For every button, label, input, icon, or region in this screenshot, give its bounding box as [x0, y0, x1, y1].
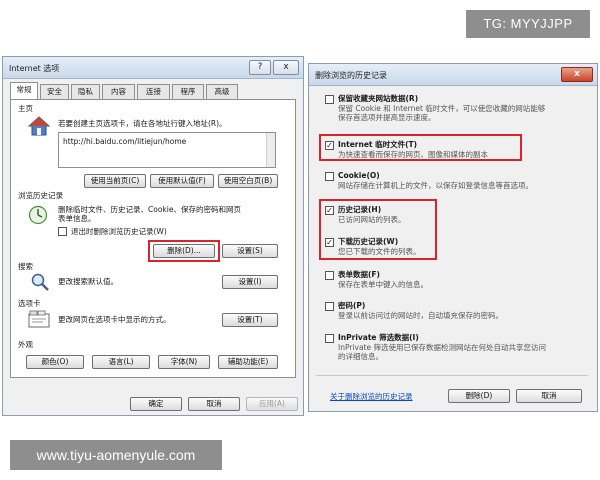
- delete-history-close-button[interactable]: x: [561, 67, 593, 82]
- search-heading: 搜索: [18, 262, 33, 271]
- use-blank-button[interactable]: 使用空白页(B): [218, 174, 278, 188]
- history-settings-button[interactable]: 设置(S): [222, 244, 278, 258]
- history-description-line1: 删除临时文件、历史记录、Cookie、保存的密码和网页: [58, 205, 241, 214]
- home-url-field[interactable]: http://hi.baidu.com/litiejun/home: [58, 132, 276, 168]
- house-icon: [28, 116, 50, 136]
- languages-button[interactable]: 语言(L): [92, 355, 150, 369]
- temp-files-highlight: [319, 134, 522, 161]
- inprivate-desc1: InPrivate 筛选使用已保存数据检测网站在何处自动共享您访问: [338, 343, 546, 352]
- cancel-button[interactable]: 取消: [188, 397, 240, 411]
- tab-content[interactable]: 内容: [102, 84, 135, 99]
- passwords-label: 密码(P): [338, 301, 366, 310]
- history-download-highlight: [319, 199, 437, 260]
- tab-connections[interactable]: 连接: [137, 84, 170, 99]
- use-current-button[interactable]: 使用当前页(C): [84, 174, 146, 188]
- history-heading: 浏览历史记录: [18, 191, 63, 200]
- form-data-label: 表单数据(F): [338, 270, 380, 279]
- form-data-desc: 保存在表单中键入的信息。: [338, 280, 428, 289]
- tab-programs[interactable]: 程序: [172, 84, 204, 99]
- watermark-bottom: www.tiyu-aomenyule.com: [10, 440, 222, 470]
- internet-options-title: Internet 选项: [9, 64, 60, 73]
- delete-button-highlight: [148, 240, 220, 262]
- cookies-checkbox[interactable]: [325, 172, 334, 181]
- delete-history-title: 删除浏览的历史记录: [315, 71, 387, 80]
- accessibility-button[interactable]: 辅助功能(E): [218, 355, 278, 369]
- apply-button[interactable]: 应用(A): [246, 397, 298, 411]
- home-description: 若要创建主页选项卡，请在各地址行键入地址(R)。: [58, 119, 227, 128]
- inprivate-checkbox[interactable]: [325, 334, 334, 343]
- watermark-top: TG: MYYJJPP: [466, 10, 590, 38]
- about-delete-history-link[interactable]: 关于删除浏览的历史记录: [330, 391, 413, 402]
- delete-history-titlebar: 删除浏览的历史记录 x: [309, 64, 597, 86]
- tabs-settings-button[interactable]: 设置(T): [222, 313, 278, 327]
- keep-favorites-desc2: 保存首选项并提高显示速度。: [338, 113, 436, 122]
- keep-favorites-desc1: 保留 Cookie 和 Internet 临时文件，可以使您收藏的网站能够: [338, 104, 546, 113]
- help-button[interactable]: ?: [249, 60, 271, 75]
- search-description: 更改搜索默认值。: [58, 277, 118, 286]
- keep-favorites-checkbox[interactable]: [325, 95, 334, 104]
- history-clock-icon: [28, 205, 48, 225]
- tab-security[interactable]: 安全: [40, 84, 69, 99]
- use-default-button[interactable]: 使用默认值(F): [150, 174, 214, 188]
- magnifier-icon: [31, 273, 49, 291]
- keep-favorites-label: 保留收藏夹网站数据(R): [338, 94, 419, 103]
- delete-history-divider: [316, 375, 588, 376]
- colors-button[interactable]: 颜色(O): [26, 355, 84, 369]
- tabs-window-icon: [28, 310, 50, 328]
- home-heading: 主页: [18, 104, 33, 113]
- delete-cancel-button[interactable]: 取消: [516, 389, 582, 403]
- exit-delete-label: 退出时删除浏览历史记录(W): [71, 227, 167, 236]
- exit-delete-checkbox[interactable]: [58, 227, 67, 236]
- search-settings-button[interactable]: 设置(I): [222, 275, 278, 289]
- confirm-delete-button[interactable]: 删除(D): [448, 389, 510, 403]
- internet-options-titlebar: Internet 选项 ? x: [3, 57, 303, 79]
- home-url-value: http://hi.baidu.com/litiejun/home: [63, 137, 187, 146]
- passwords-desc: 登录以前访问过的网站时，自动填充保存的密码。: [338, 311, 503, 320]
- close-button[interactable]: x: [273, 60, 299, 75]
- appearance-heading: 外观: [18, 340, 33, 349]
- cookies-label: Cookie(O): [338, 171, 380, 180]
- home-url-scrollbar[interactable]: [266, 133, 275, 167]
- passwords-checkbox[interactable]: [325, 302, 334, 311]
- tab-general[interactable]: 常规: [10, 82, 38, 100]
- fonts-button[interactable]: 字体(N): [158, 355, 210, 369]
- tabs-description: 更改网页在选项卡中显示的方式。: [58, 315, 171, 324]
- inprivate-label: InPrivate 筛选数据(I): [338, 333, 419, 342]
- form-data-checkbox[interactable]: [325, 271, 334, 280]
- tabs-heading: 选项卡: [18, 299, 41, 308]
- tab-advanced[interactable]: 高级: [206, 84, 238, 99]
- inprivate-desc2: 的详细信息。: [338, 352, 383, 361]
- tab-privacy[interactable]: 隐私: [71, 84, 100, 99]
- cookies-desc: 网站存储在计算机上的文件，以保存如登录信息等首选项。: [338, 181, 533, 190]
- ok-button[interactable]: 确定: [130, 397, 182, 411]
- history-description-line2: 表单信息。: [58, 214, 96, 223]
